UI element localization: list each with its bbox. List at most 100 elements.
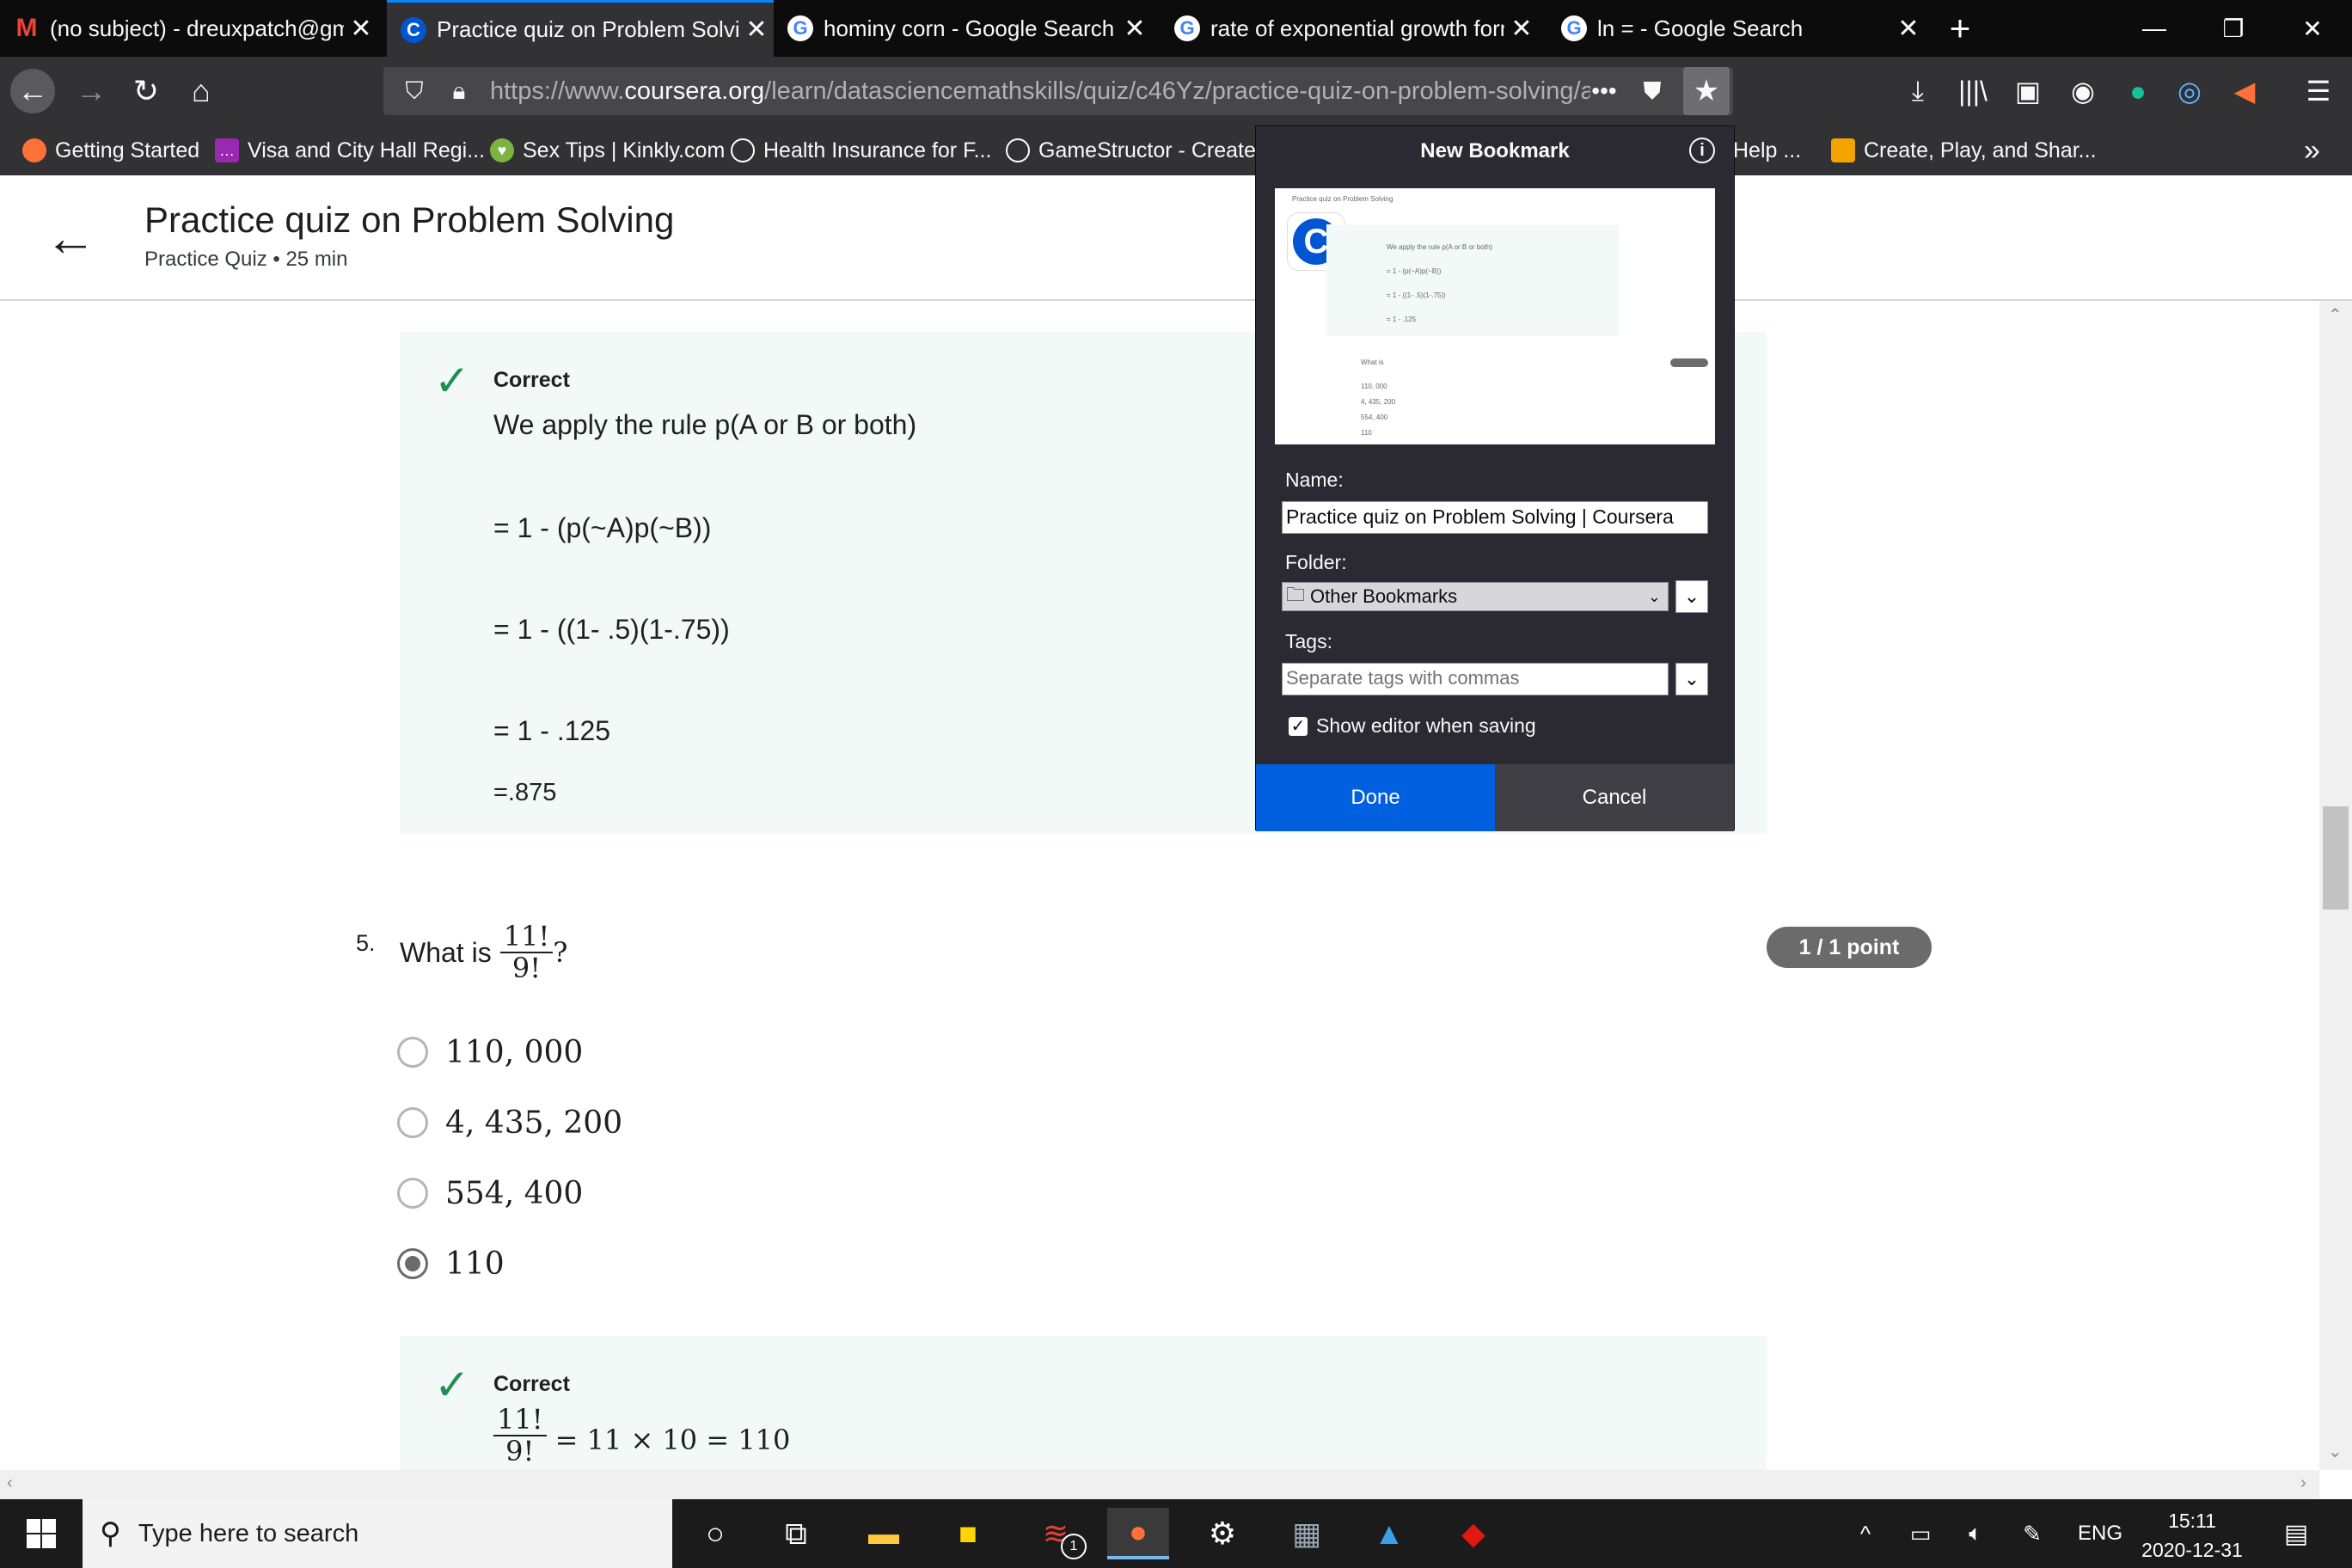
search-icon: ⚲ — [100, 1517, 121, 1550]
pocket-icon[interactable]: ⛊ — [1635, 74, 1669, 108]
radio-button-selected[interactable] — [397, 1248, 428, 1279]
info-icon[interactable]: i — [1689, 138, 1715, 163]
reload-icon[interactable]: ↻ — [124, 69, 168, 113]
bookmark-gamestructor[interactable]: GameStructor - Create.. — [1006, 126, 1268, 175]
bookmark-getting-started[interactable]: Getting Started — [22, 126, 199, 175]
sticky-notes-icon[interactable]: ■ — [937, 1508, 999, 1559]
show-editor-checkbox[interactable]: ✓ Show editor when saving — [1289, 714, 1536, 738]
scroll-left-icon[interactable]: ‹ — [7, 1473, 13, 1493]
check-icon: ✓ — [434, 1361, 470, 1409]
close-tab-icon[interactable]: ✕ — [1118, 14, 1152, 44]
answer-option[interactable]: 110, 000 — [397, 1026, 583, 1078]
scrollbar-thumb[interactable] — [2323, 806, 2349, 910]
scroll-up-icon[interactable]: ⌃ — [2328, 304, 2343, 326]
fraction: 11! 9! — [499, 921, 554, 985]
search-placeholder: Type here to search — [138, 1519, 359, 1547]
clock[interactable]: 15:11 2020-12-31 — [2123, 1506, 2261, 1565]
radio-button[interactable] — [397, 1178, 428, 1209]
horizontal-scrollbar[interactable]: ‹ › — [0, 1470, 2319, 1499]
more-bookmarks-icon[interactable]: » — [2304, 126, 2320, 175]
tab-title: rate of exponential growth form — [1210, 15, 1504, 41]
notifications-icon[interactable]: ▤ — [2269, 1499, 2323, 1568]
fraction-denominator: 9! — [511, 952, 542, 985]
checkbox-label: Show editor when saving — [1316, 714, 1536, 737]
cancel-button[interactable]: Cancel — [1495, 764, 1734, 831]
tab-gmail[interactable]: M (no subject) - dreuxpatch@gma ✕ — [0, 0, 378, 57]
task-view-icon[interactable]: ⧉ — [765, 1508, 827, 1559]
navigation-bar: ← → ↻ ⌂ ⛉ 🔒︎ https://www.coursera.org/le… — [0, 57, 2352, 126]
pen-icon[interactable]: ✎ — [2012, 1499, 2053, 1568]
checkbox-checked-icon[interactable]: ✓ — [1289, 716, 1308, 736]
photos-icon[interactable]: ▲ — [1358, 1508, 1420, 1559]
menu-icon[interactable]: ☰ — [2297, 69, 2340, 113]
volume-icon[interactable]: 🔈︎ — [1955, 1499, 1996, 1568]
downloads-icon[interactable]: ⤓ — [1896, 69, 1939, 113]
tags-input[interactable]: Separate tags with commas — [1282, 663, 1669, 695]
firefox-icon[interactable]: ● — [1107, 1508, 1169, 1559]
close-tab-icon[interactable]: ✕ — [1891, 14, 1926, 44]
minimize-icon[interactable]: — — [2115, 0, 2194, 57]
extension-icon[interactable]: ◎ — [2168, 69, 2211, 113]
language-indicator[interactable]: ENG — [2068, 1499, 2132, 1568]
tab-hominy-corn[interactable]: G hominy corn - Google Search ✕ — [774, 0, 1152, 57]
more-actions-icon[interactable]: ••• — [1587, 74, 1621, 108]
url-text[interactable]: https://www.coursera.org/learn/datascien… — [490, 77, 1590, 106]
answer-option[interactable]: 4, 435, 200 — [397, 1097, 622, 1148]
folder-select[interactable]: 🗀 Other Bookmarks ⌄ — [1282, 582, 1669, 611]
radio-button[interactable] — [397, 1037, 428, 1068]
bookmark-health-insurance[interactable]: Health Insurance for F... — [731, 126, 991, 175]
back-arrow-icon[interactable]: ← — [45, 208, 96, 267]
restore-icon[interactable]: ❐ — [2194, 0, 2273, 57]
bookmark-name-input[interactable]: Practice quiz on Problem Solving | Cours… — [1282, 501, 1708, 534]
windows-start-icon[interactable] — [0, 1499, 83, 1568]
back-icon[interactable]: ← — [10, 69, 55, 113]
tab-coursera[interactable]: C Practice quiz on Problem Solvin ✕ — [387, 0, 774, 57]
settings-gear-icon[interactable]: ⚙ — [1191, 1508, 1253, 1559]
bookmark-create-play[interactable]: Create, Play, and Shar... — [1831, 126, 2097, 175]
close-tab-icon[interactable]: ✕ — [344, 14, 378, 44]
site-icon: … — [215, 138, 239, 162]
answer-option[interactable]: 554, 400 — [397, 1167, 583, 1219]
close-tab-icon[interactable]: ✕ — [1504, 14, 1539, 44]
bookmark-star-icon[interactable]: ★ — [1683, 67, 1730, 115]
done-button[interactable]: Done — [1256, 764, 1495, 831]
todoist-icon[interactable]: ≋ 1 — [1025, 1508, 1087, 1559]
bookmark-visa[interactable]: … Visa and City Hall Regi... — [215, 126, 485, 175]
preview-option: 110, 000 — [1361, 383, 1387, 390]
url-bar[interactable]: ⛉ 🔒︎ https://www.coursera.org/learn/data… — [383, 67, 1733, 115]
new-tab-icon[interactable]: + — [1926, 0, 1994, 57]
library-icon[interactable]: |||\ — [1951, 69, 1994, 113]
chevron-down-icon: ⌄ — [1647, 587, 1661, 605]
reader-view-icon[interactable]: ▣ — [2006, 69, 2049, 113]
calculator-icon[interactable]: ▦ — [1276, 1508, 1338, 1559]
fraction-numerator: 11! — [499, 921, 554, 954]
tab-exponential-growth[interactable]: G rate of exponential growth form ✕ — [1161, 0, 1539, 57]
bookmark-kinkly[interactable]: ♥ Sex Tips | Kinkly.com — [490, 126, 725, 175]
file-explorer-icon[interactable]: ▬ — [853, 1508, 915, 1559]
home-icon[interactable]: ⌂ — [179, 69, 224, 113]
taskbar-search-box[interactable]: ⚲ Type here to search — [83, 1499, 672, 1568]
tags-expander-chevron-icon[interactable]: ⌄ — [1675, 663, 1708, 695]
radio-button[interactable] — [397, 1107, 428, 1138]
tab-ln-search[interactable]: G ln = - Google Search ✕ — [1547, 0, 1926, 57]
bookmark-help[interactable]: Help ... — [1733, 126, 1801, 175]
cortana-icon[interactable]: ○ — [684, 1508, 746, 1559]
forward-icon[interactable]: → — [69, 69, 113, 113]
answer-option-selected[interactable]: 110 — [397, 1238, 505, 1289]
extension-icon[interactable]: ◀ — [2223, 69, 2266, 113]
vertical-scrollbar[interactable]: ⌃ ⌄ — [2319, 301, 2352, 1470]
bookmark-label: Help ... — [1733, 138, 1802, 162]
close-tab-icon[interactable]: ✕ — [739, 15, 774, 45]
acrobat-icon[interactable]: ◆ — [1442, 1508, 1504, 1559]
lock-icon[interactable]: 🔒︎ — [442, 74, 476, 108]
account-icon[interactable]: ◉ — [2061, 69, 2104, 113]
chevron-up-icon[interactable]: ^ — [1845, 1499, 1886, 1568]
shield-icon[interactable]: ⛉ — [397, 74, 432, 108]
grammarly-icon[interactable]: ● — [2116, 69, 2159, 113]
close-window-icon[interactable]: ✕ — [2273, 0, 2352, 57]
correct-label: Correct — [493, 368, 570, 392]
scroll-right-icon[interactable]: › — [2300, 1473, 2306, 1493]
battery-icon[interactable]: ▭ — [1900, 1499, 1941, 1568]
scroll-down-icon[interactable]: ⌄ — [2328, 1441, 2343, 1462]
folder-expander-chevron-icon[interactable]: ⌄ — [1675, 580, 1708, 613]
